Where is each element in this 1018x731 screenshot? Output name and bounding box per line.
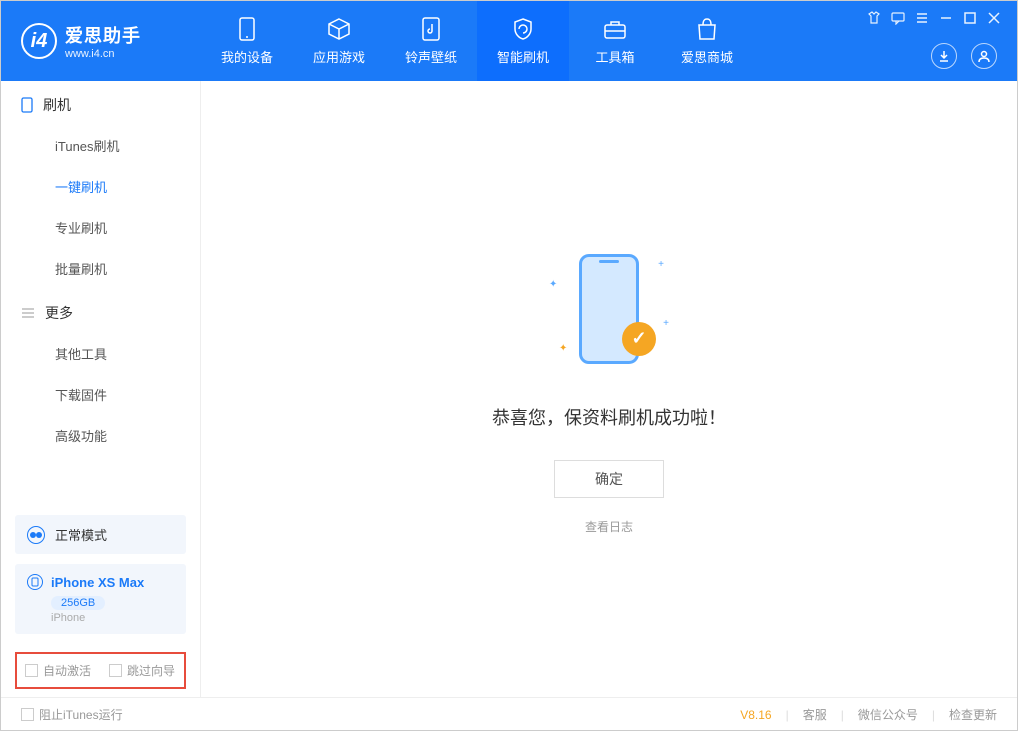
logo-area: i4 爱思助手 www.i4.cn (1, 22, 201, 60)
success-message: 恭喜您，保资料刷机成功啦！ (492, 404, 726, 430)
cube-icon (327, 17, 351, 41)
maximize-button[interactable] (963, 11, 977, 25)
tab-store[interactable]: 爱思商城 (661, 1, 753, 81)
tab-ringtone[interactable]: 铃声壁纸 (385, 1, 477, 81)
sparkle-icon: ✦ (559, 343, 567, 354)
main-content: ✓ ✦ + ✦ + 恭喜您，保资料刷机成功啦！ 确定 查看日志 (201, 81, 1017, 697)
status-bar: 阻止iTunes运行 V8.16 | 客服 | 微信公众号 | 检查更新 (1, 697, 1017, 731)
tab-label: 我的设备 (221, 47, 273, 66)
device-name: iPhone XS Max (51, 575, 144, 590)
checkbox-label: 跳过向导 (127, 662, 175, 679)
sidebar-items-more: 其他工具 下载固件 高级功能 (1, 333, 200, 456)
sidebar-section-more: 更多 (1, 289, 200, 333)
toolbox-icon (603, 17, 627, 41)
sidebar: 刷机 iTunes刷机 一键刷机 专业刷机 批量刷机 更多 其他工具 下载固件 … (1, 81, 201, 697)
sidebar-item-oneclick-flash[interactable]: 一键刷机 (1, 166, 200, 207)
sidebar-item-batch-flash[interactable]: 批量刷机 (1, 248, 200, 289)
app-header: i4 爱思助手 www.i4.cn 我的设备 应用游戏 铃声壁纸 智能刷机 工具… (1, 1, 1017, 81)
window-controls (867, 11, 1001, 25)
sidebar-item-other-tools[interactable]: 其他工具 (1, 333, 200, 374)
menu-icon[interactable] (915, 11, 929, 25)
checkbox-block-itunes[interactable]: 阻止iTunes运行 (21, 706, 123, 723)
header-action-buttons (931, 43, 997, 69)
app-logo-icon: i4 (21, 23, 57, 59)
checkmark-badge-icon: ✓ (622, 322, 656, 356)
sidebar-item-itunes-flash[interactable]: iTunes刷机 (1, 125, 200, 166)
section-title: 更多 (45, 303, 73, 323)
flash-options-row: 自动激活 跳过向导 (15, 652, 186, 689)
refresh-shield-icon (511, 17, 535, 41)
checkbox-icon (21, 708, 34, 721)
success-illustration: ✓ ✦ + ✦ + (544, 244, 674, 374)
checkbox-icon (109, 664, 122, 677)
checkbox-auto-activate[interactable]: 自动激活 (25, 662, 91, 679)
footer-right: V8.16 | 客服 | 微信公众号 | 检查更新 (740, 706, 997, 723)
separator: | (786, 708, 789, 722)
tab-label: 工具箱 (595, 47, 634, 66)
storage-badge: 256GB (51, 596, 105, 610)
checkbox-label: 阻止iTunes运行 (39, 706, 123, 723)
bag-icon (695, 17, 719, 41)
list-icon (21, 307, 35, 319)
tab-toolbox[interactable]: 工具箱 (569, 1, 661, 81)
sidebar-items-flash: iTunes刷机 一键刷机 专业刷机 批量刷机 (1, 125, 200, 289)
version-label: V8.16 (740, 708, 771, 722)
feedback-icon[interactable] (891, 11, 905, 25)
download-button[interactable] (931, 43, 957, 69)
tab-label: 应用游戏 (313, 47, 365, 66)
footer-link-wechat[interactable]: 微信公众号 (858, 706, 918, 723)
mode-label: 正常模式 (55, 525, 107, 544)
device-mode-box[interactable]: 正常模式 (15, 515, 186, 554)
view-log-link[interactable]: 查看日志 (585, 518, 633, 535)
device-info-box[interactable]: iPhone XS Max 256GB iPhone (15, 564, 186, 634)
mode-icon (27, 526, 45, 544)
device-icon (27, 574, 43, 590)
phone-small-icon (21, 97, 33, 113)
sparkle-icon: + (658, 259, 664, 270)
footer-link-service[interactable]: 客服 (803, 706, 827, 723)
close-button[interactable] (987, 11, 1001, 25)
music-file-icon (419, 17, 443, 41)
tab-my-device[interactable]: 我的设备 (201, 1, 293, 81)
sidebar-item-download-firmware[interactable]: 下载固件 (1, 374, 200, 415)
sidebar-item-pro-flash[interactable]: 专业刷机 (1, 207, 200, 248)
sidebar-item-advanced[interactable]: 高级功能 (1, 415, 200, 456)
checkbox-icon (25, 664, 38, 677)
tab-label: 爱思商城 (681, 47, 733, 66)
device-type: iPhone (51, 612, 174, 624)
sidebar-section-flash: 刷机 (1, 81, 200, 125)
tab-label: 铃声壁纸 (405, 47, 457, 66)
separator: | (841, 708, 844, 722)
app-title: 爱思助手 (65, 22, 141, 48)
tab-smart-flash[interactable]: 智能刷机 (477, 1, 569, 81)
section-title: 刷机 (43, 95, 71, 115)
checkbox-label: 自动激活 (43, 662, 91, 679)
tab-apps[interactable]: 应用游戏 (293, 1, 385, 81)
separator: | (932, 708, 935, 722)
tshirt-icon[interactable] (867, 11, 881, 25)
footer-link-update[interactable]: 检查更新 (949, 706, 997, 723)
tab-label: 智能刷机 (497, 47, 549, 66)
checkbox-skip-guide[interactable]: 跳过向导 (109, 662, 175, 679)
main-tabs: 我的设备 应用游戏 铃声壁纸 智能刷机 工具箱 爱思商城 (201, 1, 753, 81)
sparkle-icon: + (663, 318, 669, 329)
sparkle-icon: ✦ (549, 279, 557, 290)
phone-icon (235, 17, 259, 41)
device-name-row: iPhone XS Max (27, 574, 174, 590)
ok-button[interactable]: 确定 (554, 460, 664, 498)
app-subtitle: www.i4.cn (65, 48, 141, 60)
minimize-button[interactable] (939, 11, 953, 25)
logo-text: 爱思助手 www.i4.cn (65, 22, 141, 60)
body-area: 刷机 iTunes刷机 一键刷机 专业刷机 批量刷机 更多 其他工具 下载固件 … (1, 81, 1017, 697)
user-button[interactable] (971, 43, 997, 69)
